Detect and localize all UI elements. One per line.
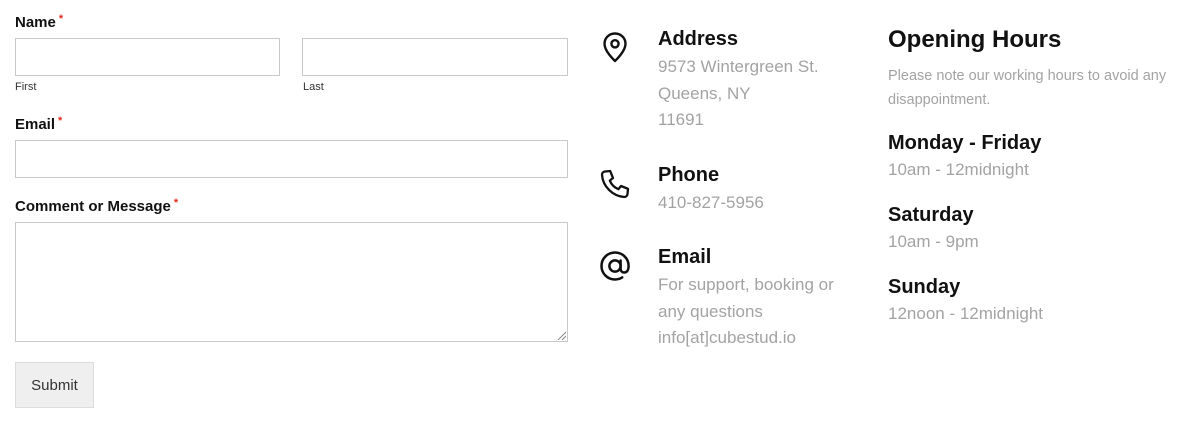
- address-title: Address: [658, 28, 739, 50]
- phone-icon: [600, 169, 630, 199]
- message-textarea[interactable]: [15, 222, 568, 342]
- email-address: info[at]cubestud.io: [658, 328, 796, 347]
- day-hours: 12noon - 12midnight: [888, 304, 1044, 323]
- day-label: Monday - Friday: [888, 132, 1042, 154]
- email-title: Email: [658, 246, 712, 268]
- at-sign-icon: [600, 251, 630, 281]
- last-name-input[interactable]: [302, 38, 568, 76]
- message-label: Comment or Message *: [15, 197, 179, 215]
- address-line-1: 9573 Wintergreen St.: [658, 57, 819, 76]
- address-line-3: 11691: [658, 110, 705, 129]
- email-line-2: any questions: [658, 302, 763, 321]
- email-label-text: Email: [15, 116, 56, 133]
- email-line-1: For support, booking or: [658, 275, 834, 294]
- required-mark: *: [173, 197, 179, 209]
- message-label-text: Comment or Message: [15, 198, 171, 215]
- required-mark: *: [58, 13, 64, 25]
- phone-title: Phone: [658, 164, 720, 186]
- name-label-text: Name: [15, 14, 56, 31]
- resize-handle-icon[interactable]: [557, 331, 566, 340]
- address-line-2: Queens, NY: [658, 84, 751, 103]
- day-label: Saturday: [888, 204, 974, 226]
- required-mark: *: [58, 115, 63, 127]
- email-label: Email *: [15, 115, 63, 133]
- map-pin-icon: [603, 32, 627, 63]
- first-name-sublabel: First: [15, 81, 37, 93]
- day-label: Sunday: [888, 276, 961, 298]
- day-hours: 10am - 9pm: [888, 232, 979, 251]
- submit-button[interactable]: Submit: [15, 362, 94, 408]
- opening-hours-title: Opening Hours: [888, 26, 1062, 53]
- last-name-sublabel: Last: [303, 81, 324, 93]
- opening-hours-note: Please note our working hours to avoid a…: [888, 68, 1167, 108]
- email-input[interactable]: [15, 140, 568, 178]
- day-hours: 10am - 12midnight: [888, 160, 1029, 179]
- phone-number: 410-827-5956: [658, 193, 764, 212]
- first-name-input[interactable]: [15, 38, 280, 76]
- name-label: Name *: [15, 13, 64, 31]
